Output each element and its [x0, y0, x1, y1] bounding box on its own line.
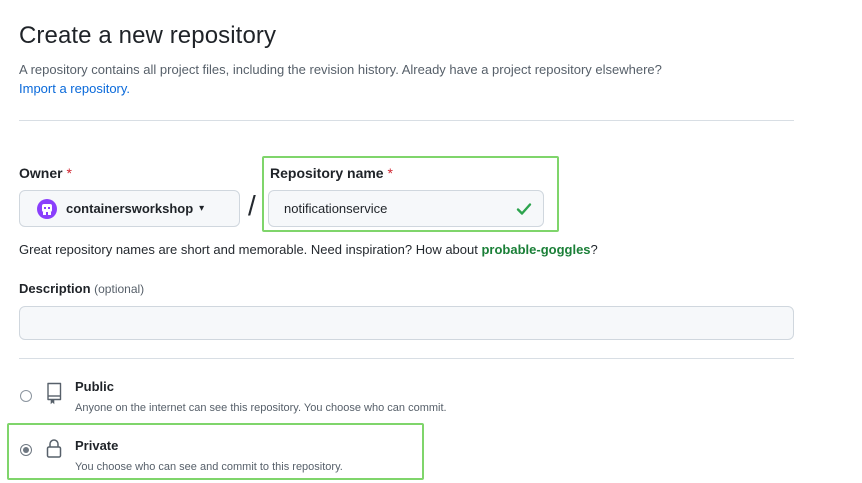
owner-name: containersworkshop — [66, 201, 194, 216]
owner-label-text: Owner — [19, 165, 63, 181]
org-avatar-icon — [37, 198, 57, 219]
owner-dropdown-button[interactable]: containersworkshop ▾ — [19, 190, 240, 227]
private-option-highlight — [7, 423, 424, 480]
public-radio[interactable] — [20, 390, 32, 402]
public-title: Public — [75, 379, 115, 394]
header-divider — [19, 120, 794, 121]
page-title: Create a new repository — [19, 22, 277, 49]
page-subtitle: A repository contains all project files,… — [19, 62, 662, 77]
repository-name-highlight — [262, 156, 559, 232]
repo-icon — [44, 381, 64, 410]
visibility-divider — [19, 358, 794, 359]
description-label: Description (optional) — [19, 281, 144, 296]
hint-suffix: ? — [590, 242, 598, 257]
owner-required-mark: * — [66, 165, 72, 181]
public-description: Anyone on the internet can see this repo… — [75, 402, 447, 414]
owner-repo-separator: / — [248, 190, 256, 221]
import-repository-link[interactable]: Import a repository. — [19, 81, 130, 96]
name-suggestion-link[interactable]: probable-goggles — [481, 242, 590, 257]
hint-text: Great repository names are short and mem… — [19, 242, 482, 257]
visibility-option-public[interactable]: Public Anyone on the internet can see th… — [19, 378, 539, 418]
chevron-down-icon: ▾ — [199, 203, 205, 214]
repository-name-hint: Great repository names are short and mem… — [19, 242, 598, 257]
owner-label: Owner * — [19, 165, 72, 181]
description-optional: (optional) — [94, 282, 145, 296]
description-label-text: Description — [19, 281, 91, 296]
description-input[interactable] — [19, 306, 794, 340]
